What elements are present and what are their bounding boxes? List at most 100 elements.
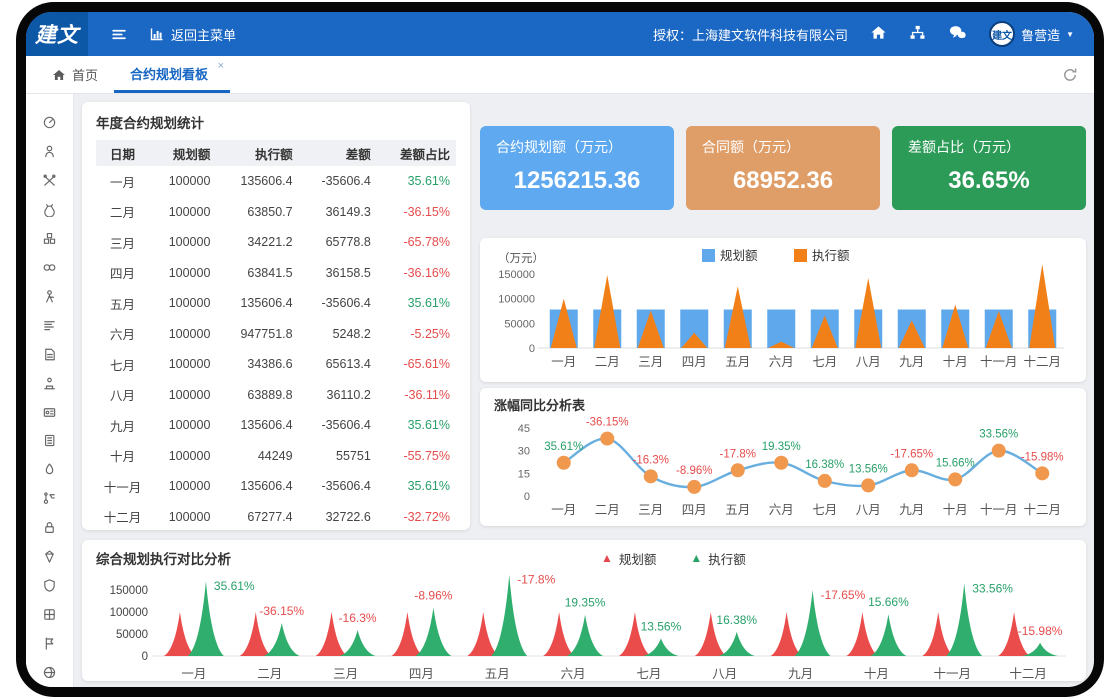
cell-month: 七月 xyxy=(96,349,149,380)
svg-text:一月: 一月 xyxy=(551,355,576,369)
svg-text:-17.8%: -17.8% xyxy=(517,573,555,587)
cell-pct: -32.72% xyxy=(377,502,456,533)
annual-plan-table-card: 年度合约规划统计 日期规划额执行额差额差额占比 一月100000135606.4… xyxy=(82,102,470,530)
table-row: 六月100000947751.85248.2-5.25% xyxy=(96,319,456,350)
cell-executed: 63889.8 xyxy=(216,380,298,411)
tab-bar: 首页 合约规划看板 × xyxy=(26,56,1094,94)
cell-pct: 35.61% xyxy=(377,471,456,502)
tab-home[interactable]: 首页 xyxy=(36,56,114,93)
legend-item: ▲ 执行额 xyxy=(690,549,745,568)
table-header: 日期规划额执行额差额差额占比 xyxy=(96,140,456,166)
svg-text:六月: 六月 xyxy=(769,503,794,517)
user-menu[interactable]: 建文 鲁营造 ▼ xyxy=(989,21,1074,47)
table-row: 四月10000063841.536158.5-36.16% xyxy=(96,258,456,289)
sidebar-item-safety[interactable] xyxy=(26,455,73,484)
cell-diff: 65613.4 xyxy=(299,349,377,380)
main-area: 年度合约规划统计 日期规划额执行额差额差额占比 一月100000135606.4… xyxy=(26,94,1094,687)
sidebar-item-certificate[interactable] xyxy=(26,398,73,427)
svg-text:十月: 十月 xyxy=(943,503,968,517)
sidebar-item-progress[interactable] xyxy=(26,311,73,340)
sidebar-item-portal[interactable] xyxy=(26,658,73,687)
license-text: 授权：上海建文软件科技有限公司 xyxy=(653,25,848,44)
cell-executed: 67277.4 xyxy=(216,502,298,533)
svg-text:八月: 八月 xyxy=(856,503,881,517)
svg-text:50000: 50000 xyxy=(116,629,148,641)
sidebar-item-dashboard[interactable] xyxy=(26,108,73,137)
kpi-row: 合约规划额（万元） 1256215.36 合同额（万元） 68952.36 差额… xyxy=(480,126,1086,210)
svg-text:16.38%: 16.38% xyxy=(716,613,757,627)
sidebar-item-labor[interactable] xyxy=(26,282,73,311)
tab-dashboard-label: 合约规划看板 xyxy=(130,64,208,83)
bottom-chart-header: 综合规划执行对比分析 ▲规划额▲执行额 xyxy=(96,548,1072,568)
sidebar-item-contract-doc[interactable] xyxy=(26,340,73,369)
svg-text:15.66%: 15.66% xyxy=(936,457,975,469)
cell-executed: 135606.4 xyxy=(216,288,298,319)
svg-text:33.56%: 33.56% xyxy=(972,581,1013,595)
svg-text:五月: 五月 xyxy=(725,503,750,517)
content-area: 年度合约规划统计 日期规划额执行额差额差额占比 一月100000135606.4… xyxy=(74,94,1094,687)
table-row: 五月100000135606.4-35606.435.61% xyxy=(96,288,456,319)
sidebar-item-tools[interactable] xyxy=(26,166,73,195)
sidebar-item-ledger[interactable] xyxy=(26,426,73,455)
svg-text:15: 15 xyxy=(518,468,530,480)
svg-text:50000: 50000 xyxy=(504,318,535,330)
svg-text:四月: 四月 xyxy=(682,503,707,517)
sidebar-item-materials[interactable] xyxy=(26,600,73,629)
svg-text:十一月: 十一月 xyxy=(933,667,971,681)
cell-diff: 32722.6 xyxy=(299,502,377,533)
right-column: 合约规划额（万元） 1256215.36 合同额（万元） 68952.36 差额… xyxy=(480,102,1086,530)
svg-text:十一月: 十一月 xyxy=(980,503,1018,517)
refresh-button[interactable] xyxy=(1062,56,1094,93)
svg-text:二月: 二月 xyxy=(595,503,620,517)
cell-executed: 34221.2 xyxy=(216,227,298,258)
svg-text:十二月: 十二月 xyxy=(1023,503,1061,517)
sidebar-item-funds[interactable] xyxy=(26,195,73,224)
safety-icon xyxy=(42,462,57,477)
certificate-icon xyxy=(42,405,57,420)
tab-contract-dashboard[interactable]: 合约规划看板 × xyxy=(114,56,230,93)
sidebar-item-quality[interactable] xyxy=(26,542,73,571)
triangle-icon: ▲ xyxy=(690,551,702,565)
contract-doc-icon xyxy=(42,347,57,362)
table-row: 九月100000135606.4-35606.435.61% xyxy=(96,410,456,441)
svg-text:150000: 150000 xyxy=(498,269,535,281)
table-row: 十月1000004424955751-55.75% xyxy=(96,441,456,472)
sidebar-item-risk-shield[interactable] xyxy=(26,571,73,600)
svg-text:19.35%: 19.35% xyxy=(762,441,801,453)
sidebar-item-training[interactable] xyxy=(26,369,73,398)
wechat-button[interactable] xyxy=(948,24,967,44)
comparison-spike-chart-card: 综合规划执行对比分析 ▲规划额▲执行额 15000010000050000035… xyxy=(82,540,1086,681)
back-to-main-menu-button[interactable]: 返回主菜单 xyxy=(149,25,236,44)
sidebar-item-process[interactable] xyxy=(26,484,73,513)
comparison-spike-chart: 15000010000050000035.61%一月-36.15%二月-16.3… xyxy=(96,568,1072,686)
user-avatar: 建文 xyxy=(989,21,1015,47)
legend-item: ▲规划额 xyxy=(601,549,656,568)
device-frame: 建文 返回主菜单 授权：上海建文软件科技有限公司 建文 鲁营造 ▼ xyxy=(16,2,1104,697)
svg-text:八月: 八月 xyxy=(712,667,737,681)
cell-pct: -65.61% xyxy=(377,349,456,380)
home-nav-button[interactable] xyxy=(870,24,887,44)
cell-executed: 44249 xyxy=(216,441,298,472)
svg-text:十月: 十月 xyxy=(943,355,968,369)
close-tab-icon[interactable]: × xyxy=(218,60,224,72)
svg-text:七月: 七月 xyxy=(812,355,837,369)
cell-month: 四月 xyxy=(96,258,149,289)
legend-label: 执行额 xyxy=(708,549,746,568)
cell-diff: 36149.3 xyxy=(299,197,377,228)
hamburger-menu-button[interactable] xyxy=(110,26,127,43)
quality-icon xyxy=(42,549,57,564)
cell-planned: 100000 xyxy=(149,502,216,533)
sidebar-item-assets[interactable] xyxy=(26,224,73,253)
cell-executed: 34386.6 xyxy=(216,349,298,380)
svg-text:-15.98%: -15.98% xyxy=(1018,624,1063,638)
svg-text:三月: 三月 xyxy=(638,355,663,369)
sidebar-item-supply-chain[interactable] xyxy=(26,253,73,282)
growth-line-chart: 015304535.61%一月-36.15%二月-16.3%三月-8.96%四月… xyxy=(490,414,1072,520)
org-structure-button[interactable] xyxy=(909,24,926,44)
sidebar-item-hr[interactable] xyxy=(26,137,73,166)
sidebar-item-security-lock[interactable] xyxy=(26,513,73,542)
sidebar-item-milestone-flag[interactable] xyxy=(26,629,73,658)
cell-pct: -5.25% xyxy=(377,319,456,350)
svg-text:0: 0 xyxy=(524,491,530,503)
svg-text:四月: 四月 xyxy=(682,355,707,369)
